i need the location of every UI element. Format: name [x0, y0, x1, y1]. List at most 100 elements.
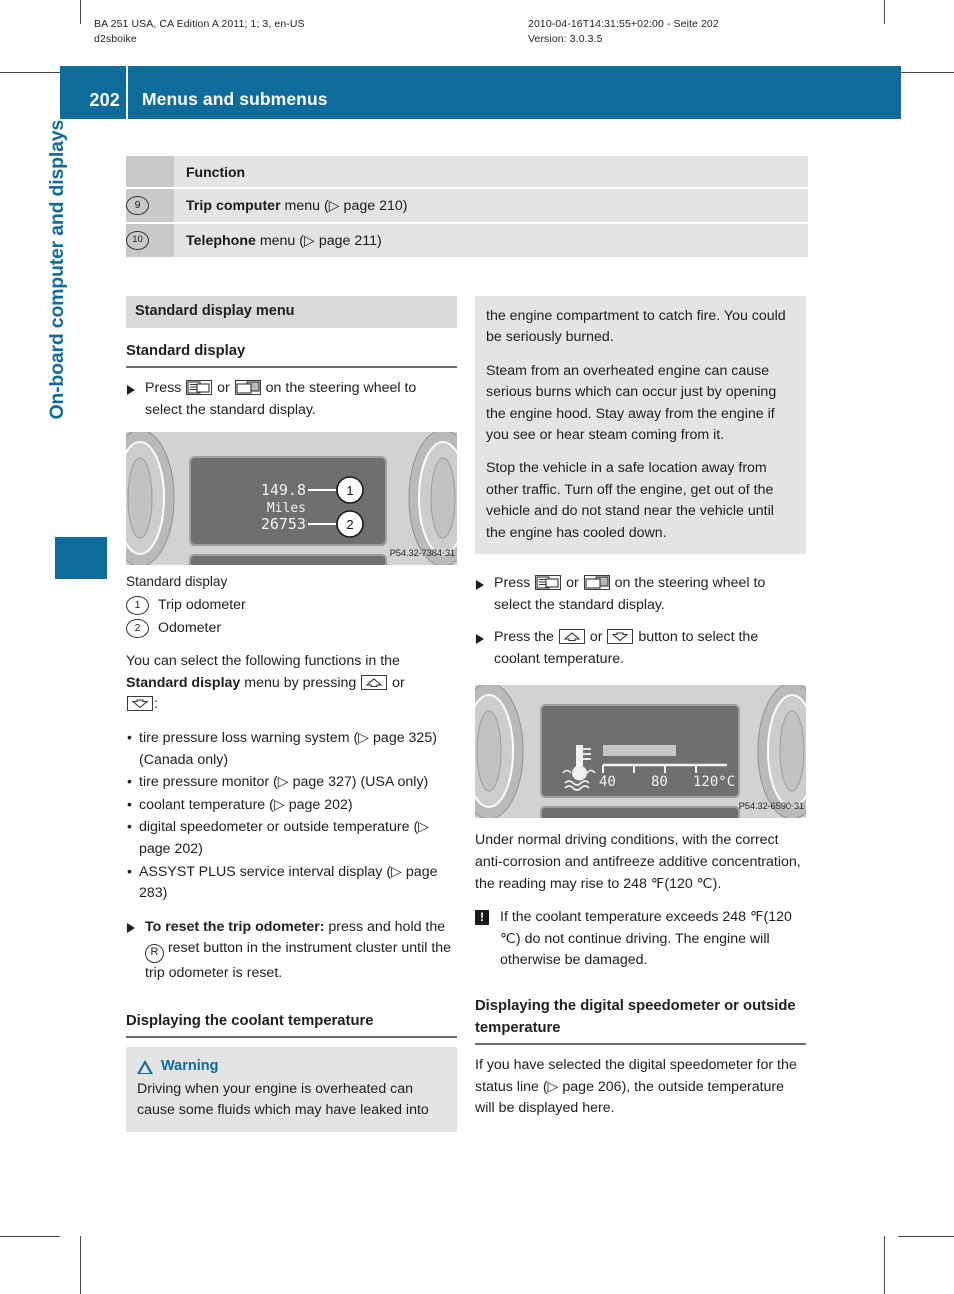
- reset-text-pre: press and hold the: [324, 918, 446, 935]
- page-title: Menus and submenus: [142, 89, 328, 109]
- step-text-mid: or: [585, 629, 607, 646]
- table-row: 10 Telephone menu (▷ page 211): [126, 223, 808, 259]
- left-column: Standard display menu Standard display P…: [126, 296, 457, 1132]
- legend-item: 1 Trip odometer: [126, 595, 457, 617]
- function-detail: menu (▷ page 210): [280, 197, 408, 214]
- subsection-heading-coolant-temperature: Displaying the coolant temperature: [126, 1011, 457, 1039]
- reset-text-post: reset button in the instrument cluster u…: [145, 940, 452, 982]
- callout-1: 1: [346, 483, 353, 498]
- document-meta-right: 2010-04-16T14:31:55+02:00 - Seite 202 Ve…: [528, 17, 719, 47]
- scale-label-120: 120°C: [693, 774, 735, 790]
- legend-label: Odometer: [158, 619, 222, 636]
- list-item: digital speedometer or outside temperatu…: [126, 816, 457, 860]
- digital-speedometer-paragraph: If you have selected the digital speedom…: [475, 1057, 797, 1117]
- chapter-tab-marker: [55, 537, 107, 579]
- crop-mark-mid-right: [898, 72, 954, 73]
- notice-text: If the coolant temperature exceeds 248 ℉…: [500, 909, 792, 969]
- figure-caption: Standard display: [126, 574, 228, 590]
- warning-box-continued: the engine compartment to catch fire. Yo…: [475, 296, 806, 555]
- warning-text: Driving when your engine is overheated c…: [137, 1080, 429, 1119]
- section-heading-standard-display-menu: Standard display menu: [126, 296, 457, 328]
- figure-standard-display: 149.8 Miles 26753 1 2 P54.32-7384-31: [126, 432, 457, 566]
- intro-menu-name: Standard display: [126, 674, 241, 691]
- table-header-function: Function: [174, 156, 808, 189]
- left-window-button-icon[interactable]: [535, 575, 562, 591]
- step-text-mid: or: [213, 380, 234, 397]
- function-table: Function 9 Trip computer menu (▷ page 21…: [126, 156, 808, 259]
- notice-box: ! If the coolant temperature exceeds 248…: [475, 907, 806, 972]
- warning-box: Warning Driving when your engine is over…: [126, 1047, 457, 1132]
- page-number: 202: [89, 90, 120, 110]
- function-name: Trip computer: [186, 197, 281, 214]
- step-text-pre: Press the: [494, 629, 558, 646]
- meta-timestamp: 2010-04-16T14:31:55+02:00 - Seite 202: [528, 18, 719, 30]
- meta-author-id: d2sboike: [94, 33, 137, 45]
- figure-code: P54.32-7384-31: [389, 547, 456, 559]
- callout-2: 2: [346, 517, 353, 532]
- down-arrow-button-icon[interactable]: [127, 696, 153, 712]
- crop-mark-top-left: [80, 0, 81, 24]
- reset-button-icon[interactable]: R: [145, 944, 164, 964]
- step-text-pre: Press: [494, 575, 535, 592]
- crop-mark-bottom-right: [884, 1236, 885, 1294]
- warning-title-row: Warning: [137, 1056, 446, 1077]
- right-window-button-icon[interactable]: [234, 380, 261, 396]
- crop-mark-mid-left: [0, 72, 60, 73]
- crop-mark-bottom-right-h: [898, 1236, 954, 1237]
- table-row-function: Trip computer menu (▷ page 210): [174, 188, 808, 224]
- left-window-button-icon[interactable]: [186, 380, 213, 396]
- crop-mark-top-right: [884, 0, 885, 24]
- right-window-button-icon[interactable]: [583, 575, 610, 591]
- step-reset-trip-odometer: To reset the trip odometer: press and ho…: [126, 917, 457, 985]
- step-press-standard-display: Press or on the steering wheel to select…: [126, 378, 457, 421]
- reset-instruction-label: To reset the trip odometer:: [145, 918, 325, 935]
- circled-number-icon: 9: [126, 196, 149, 215]
- scale-label-80: 80: [651, 774, 668, 790]
- right-column: the engine compartment to catch fire. Yo…: [475, 296, 806, 1120]
- function-detail: menu (▷ page 211): [255, 232, 382, 249]
- list-item: ASSYST PLUS service interval display (▷ …: [126, 860, 457, 905]
- step-text-pre: Press: [145, 380, 186, 397]
- down-arrow-button-icon[interactable]: [607, 629, 634, 645]
- up-arrow-button-icon[interactable]: [558, 629, 585, 645]
- coolant-normal-conditions-paragraph: Under normal driving conditions, with th…: [475, 832, 801, 892]
- display-odo-value: 26753: [261, 515, 306, 533]
- table-row: 9 Trip computer menu (▷ page 210): [126, 188, 808, 224]
- table-header-row: Function: [126, 156, 808, 189]
- header-divider: [126, 66, 128, 119]
- warning-triangle-icon: [137, 1060, 153, 1075]
- warning-paragraph: Stop the vehicle in a safe location away…: [486, 460, 774, 541]
- document-meta-left: BA 251 USA, CA Edition A 2011; 1; 3, en-…: [94, 17, 305, 47]
- circled-number-icon: 1: [126, 596, 149, 616]
- table-row-number: 9: [126, 188, 174, 224]
- figure-coolant-temperature: 40 80 120°C P54.32-6590-31: [475, 685, 806, 819]
- meta-build-string: BA 251 USA, CA Edition A 2011; 1; 3, en-…: [94, 18, 305, 30]
- list-item: tire pressure loss warning system (▷ pag…: [126, 727, 457, 771]
- standard-display-intro: You can select the following functions i…: [126, 651, 457, 716]
- step-press-standard-display-right: Press or on the steering wheel to select…: [475, 573, 806, 616]
- intro-text-1: You can select the following functions i…: [126, 653, 400, 670]
- scale-label-40: 40: [599, 774, 616, 790]
- exclamation-icon: !: [475, 910, 489, 926]
- intro-text-3: or: [388, 674, 405, 691]
- subsection-heading-digital-speedometer: Displaying the digital speedometer or ou…: [475, 996, 806, 1046]
- function-bullet-list: tire pressure loss warning system (▷ pag…: [126, 727, 457, 905]
- subsection-heading-standard-display: Standard display: [126, 341, 457, 369]
- intro-text-4: :: [154, 696, 158, 713]
- warning-title: Warning: [161, 1058, 219, 1075]
- table-row-function: Telephone menu (▷ page 211): [174, 223, 808, 259]
- list-item: coolant temperature (▷ page 202): [126, 794, 457, 817]
- table-row-number: 10: [126, 223, 174, 259]
- display-trip-value: 149.8: [261, 481, 306, 499]
- circled-number-icon: 2: [126, 618, 149, 638]
- meta-version: Version: 3.0.3.5: [528, 33, 603, 45]
- table-header-num-cell: [126, 156, 174, 189]
- up-arrow-button-icon[interactable]: [361, 674, 388, 690]
- display-unit: Miles: [267, 501, 306, 516]
- step-select-coolant-temperature: Press the or button to select the coolan…: [475, 627, 806, 670]
- crop-mark-bottom-left-h: [0, 1236, 60, 1237]
- warning-paragraph: Steam from an overheated engine can caus…: [486, 362, 777, 444]
- list-item: tire pressure monitor (▷ page 327) (USA …: [126, 771, 457, 794]
- legend-label: Trip odometer: [158, 596, 246, 613]
- crop-mark-bottom-left: [80, 1236, 81, 1294]
